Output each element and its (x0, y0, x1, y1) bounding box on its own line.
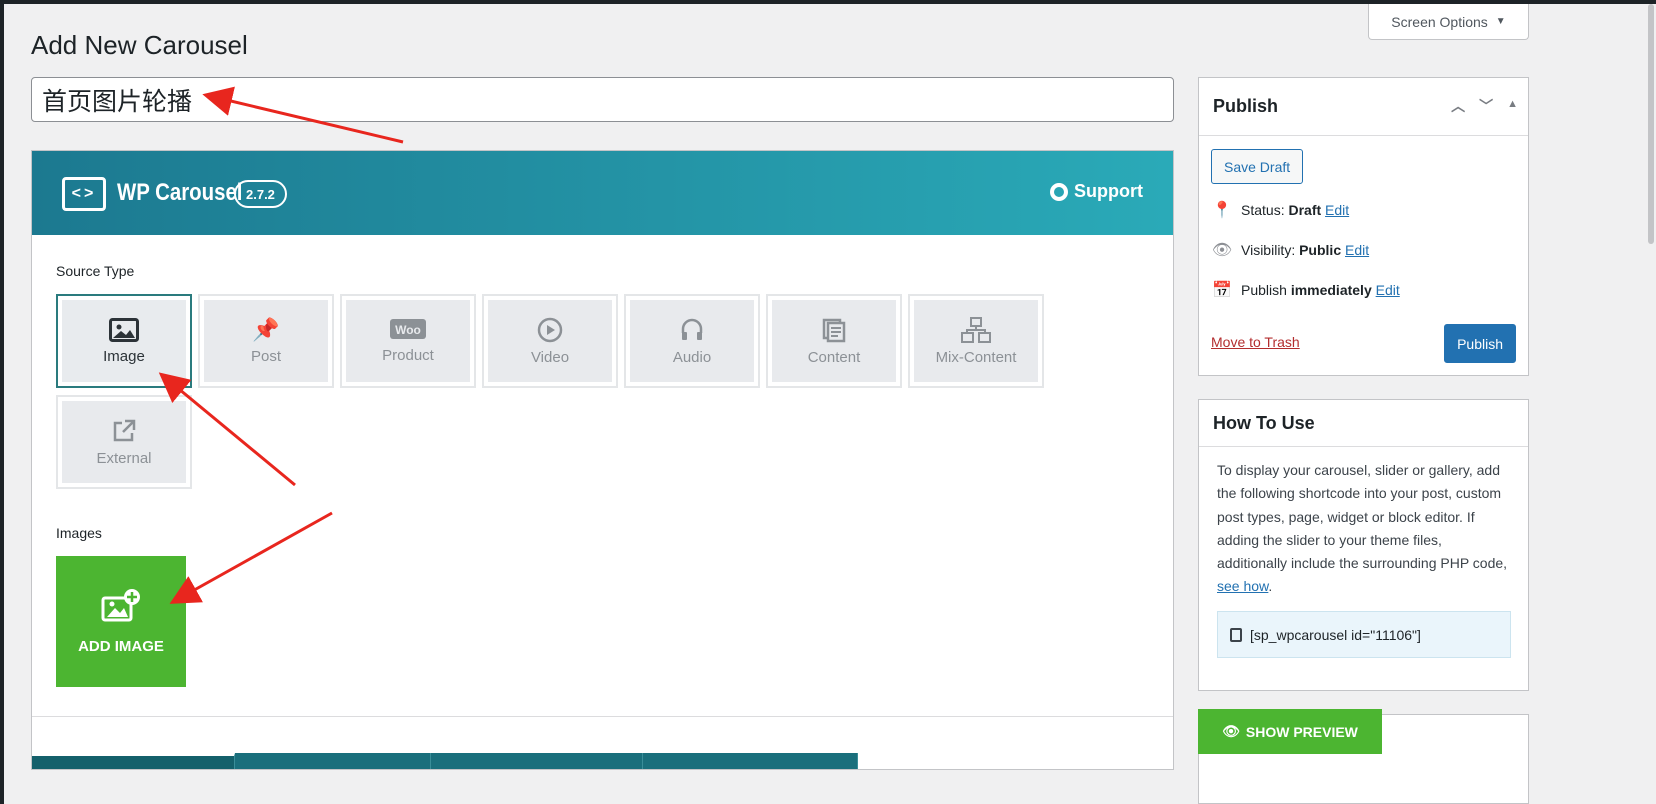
source-tile-product[interactable]: Woo Product (340, 294, 476, 388)
move-up-icon[interactable]: ︿ (1451, 96, 1465, 116)
publish-button[interactable]: Publish (1444, 324, 1516, 363)
status-label: Status: (1241, 202, 1285, 218)
play-icon (537, 317, 563, 342)
source-tile-external[interactable]: External (56, 395, 192, 489)
page-scrollbar[interactable] (1646, 4, 1656, 804)
how-to-use-body: To display your carousel, slider or gall… (1217, 462, 1508, 572)
collapse-toggle-icon[interactable]: ▲ (1507, 96, 1518, 116)
settings-tab[interactable] (235, 753, 431, 769)
source-type-label: Source Type (56, 263, 135, 279)
copy-icon[interactable] (1230, 627, 1242, 642)
external-link-icon (113, 419, 136, 441)
source-tile-label: Content (807, 348, 861, 366)
source-tile-audio[interactable]: Audio (624, 294, 760, 388)
settings-tab[interactable] (32, 753, 235, 769)
how-to-use-text: To display your carousel, slider or gall… (1217, 459, 1512, 599)
calendar-icon: 📅 (1212, 282, 1232, 299)
how-to-use-period: . (1268, 578, 1273, 595)
source-tile-content[interactable]: Content (766, 294, 902, 388)
section-divider (32, 716, 1173, 717)
source-tile-image[interactable]: Image (56, 294, 192, 388)
images-label: Images (56, 525, 102, 541)
eye-icon: 👁 (1222, 723, 1240, 739)
visibility-label: Visibility: (1241, 242, 1296, 258)
lifebuoy-icon (1050, 182, 1068, 201)
carousel-editor-box: <> WP Carousel 2.7.2 Support Source Type… (31, 150, 1174, 770)
how-to-use-box: How To Use To display your carousel, sli… (1198, 399, 1529, 691)
show-preview-label: SHOW PREVIEW (1245, 723, 1358, 740)
show-preview-button[interactable]: 👁 SHOW PREVIEW (1198, 709, 1382, 754)
edit-status-link[interactable]: Edit (1325, 202, 1349, 218)
pin-icon: 📌 (252, 316, 280, 342)
source-tile-mix-content[interactable]: Mix-Content (908, 294, 1044, 388)
publish-date-row: 📅 Publish immediately Edit (1211, 280, 1400, 300)
wp-carousel-logo-icon: <> (62, 177, 106, 211)
source-tile-post[interactable]: 📌 Post (198, 294, 334, 388)
source-tile-label: Image (103, 347, 145, 365)
source-tile-label: Mix-Content (935, 348, 1017, 366)
move-down-icon[interactable]: ﹀ (1479, 96, 1493, 116)
status-value: Draft (1288, 202, 1322, 218)
image-icon (109, 317, 139, 342)
eye-icon: 👁 (1211, 242, 1233, 259)
content-icon (822, 318, 846, 342)
publish-box-header: Publish ︿ ﹀ ▲ (1199, 78, 1528, 136)
svg-text:Woo: Woo (395, 323, 421, 337)
support-link[interactable]: Support (1050, 181, 1143, 202)
visibility-row: 👁 Visibility: Public Edit (1211, 240, 1369, 260)
support-label: Support (1074, 181, 1143, 201)
edit-visibility-link[interactable]: Edit (1345, 242, 1369, 258)
version-badge: 2.7.2 (234, 180, 287, 208)
wp-carousel-header: <> WP Carousel 2.7.2 Support (32, 151, 1173, 235)
visibility-value: Public (1299, 242, 1342, 258)
add-image-icon (101, 589, 140, 622)
source-tile-label: External (96, 449, 152, 467)
admin-left-edge (0, 0, 4, 804)
source-tile-label: Video (530, 348, 570, 366)
see-how-link[interactable]: see how (1217, 578, 1268, 594)
how-to-use-title: How To Use (1213, 412, 1315, 433)
settings-tabs (32, 753, 858, 769)
mix-icon (961, 316, 991, 343)
woo-icon: Woo (390, 318, 426, 339)
page-title: Add New Carousel (31, 30, 248, 60)
screen-options-button[interactable]: Screen Options ▼ (1368, 4, 1529, 40)
publish-box: Publish ︿ ﹀ ▲ Save Draft 📍 Status: Draft… (1198, 77, 1529, 376)
move-to-trash-link[interactable]: Move to Trash (1211, 334, 1300, 350)
pin-icon: 📍 (1212, 202, 1232, 219)
shortcode-text: [sp_wpcarousel id="11106"] (1250, 626, 1421, 643)
publish-label: Publish (1241, 282, 1287, 298)
save-draft-button[interactable]: Save Draft (1211, 149, 1304, 184)
status-row: 📍 Status: Draft Edit (1211, 200, 1349, 220)
add-image-label: ADD IMAGE (78, 638, 164, 655)
add-image-button[interactable]: ADD IMAGE (56, 556, 186, 687)
wp-carousel-brand: WP Carousel (117, 179, 243, 206)
settings-tab[interactable] (643, 753, 858, 769)
carousel-title-input[interactable]: 首页图片轮播 (31, 77, 1174, 122)
caret-down-icon: ▼ (1495, 16, 1506, 27)
source-tile-label: Post (250, 347, 281, 365)
headphones-icon (681, 318, 703, 340)
screen-options-label: Screen Options (1391, 13, 1488, 30)
how-to-use-header: How To Use (1199, 400, 1528, 447)
scrollbar-thumb[interactable] (1648, 4, 1654, 244)
publish-value: immediately (1290, 282, 1372, 298)
source-tile-label: Audio (672, 348, 712, 366)
carousel-title-value: 首页图片轮播 (42, 86, 193, 116)
settings-tab[interactable] (431, 753, 643, 769)
source-tile-video[interactable]: Video (482, 294, 618, 388)
shortcode-box[interactable]: [sp_wpcarousel id="11106"] (1217, 611, 1511, 658)
edit-publish-date-link[interactable]: Edit (1376, 282, 1400, 298)
publish-box-title: Publish (1213, 96, 1279, 116)
source-tile-label: Product (382, 346, 434, 364)
